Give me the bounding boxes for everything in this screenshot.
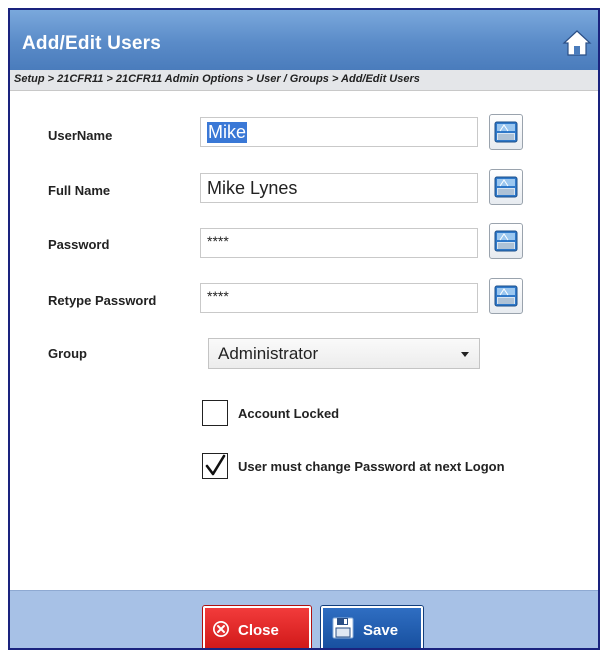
group-label: Group xyxy=(48,346,87,361)
username-label: UserName xyxy=(48,128,113,143)
footer-bar: Close Save xyxy=(10,590,598,648)
window-title: Add/Edit Users xyxy=(22,33,161,54)
save-button[interactable]: Save xyxy=(321,606,423,648)
fullname-keyboard-button[interactable] xyxy=(489,169,523,205)
username-input[interactable]: Mike xyxy=(200,117,478,147)
group-select[interactable]: Administrator xyxy=(208,338,480,369)
breadcrumb-bar: Setup > 21CFR11 > 21CFR11 Admin Options … xyxy=(10,70,598,91)
title-bar: Add/Edit Users xyxy=(10,10,598,70)
fullname-label: Full Name xyxy=(48,183,111,198)
retype-password-input[interactable]: **** xyxy=(200,283,478,313)
keyboard-icon xyxy=(494,285,518,307)
save-button-label: Save xyxy=(363,622,399,639)
retype-password-keyboard-button[interactable] xyxy=(489,278,523,314)
keyboard-icon xyxy=(494,121,518,143)
password-input[interactable]: **** xyxy=(200,228,478,258)
home-icon xyxy=(562,30,592,56)
account-locked-checkbox[interactable] xyxy=(202,400,228,426)
must-change-password-label: User must change Password at next Logon xyxy=(238,459,505,474)
group-selected-value: Administrator xyxy=(218,344,319,363)
must-change-password-checkbox[interactable] xyxy=(202,453,228,479)
breadcrumb: Setup > 21CFR11 > 21CFR11 Admin Options … xyxy=(14,73,420,85)
close-circle-icon xyxy=(213,621,229,637)
account-locked-label: Account Locked xyxy=(238,406,340,421)
username-value: Mike xyxy=(207,121,248,143)
home-button[interactable] xyxy=(562,28,592,58)
username-keyboard-button[interactable] xyxy=(489,114,523,150)
chevron-down-icon xyxy=(461,352,469,357)
password-label: Password xyxy=(48,237,110,252)
keyboard-icon xyxy=(494,230,518,252)
keyboard-icon xyxy=(494,176,518,198)
close-button-label: Close xyxy=(238,622,279,639)
floppy-disk-icon xyxy=(332,617,354,639)
close-button[interactable]: Close xyxy=(203,606,311,648)
password-keyboard-button[interactable] xyxy=(489,223,523,259)
fullname-input[interactable]: Mike Lynes xyxy=(200,173,478,203)
checkmark-icon xyxy=(205,454,226,476)
add-edit-users-dialog: Add/Edit Users Setup > 21CFR11 > 21CFR11… xyxy=(8,8,600,650)
retype-password-label: Retype Password xyxy=(48,293,157,308)
